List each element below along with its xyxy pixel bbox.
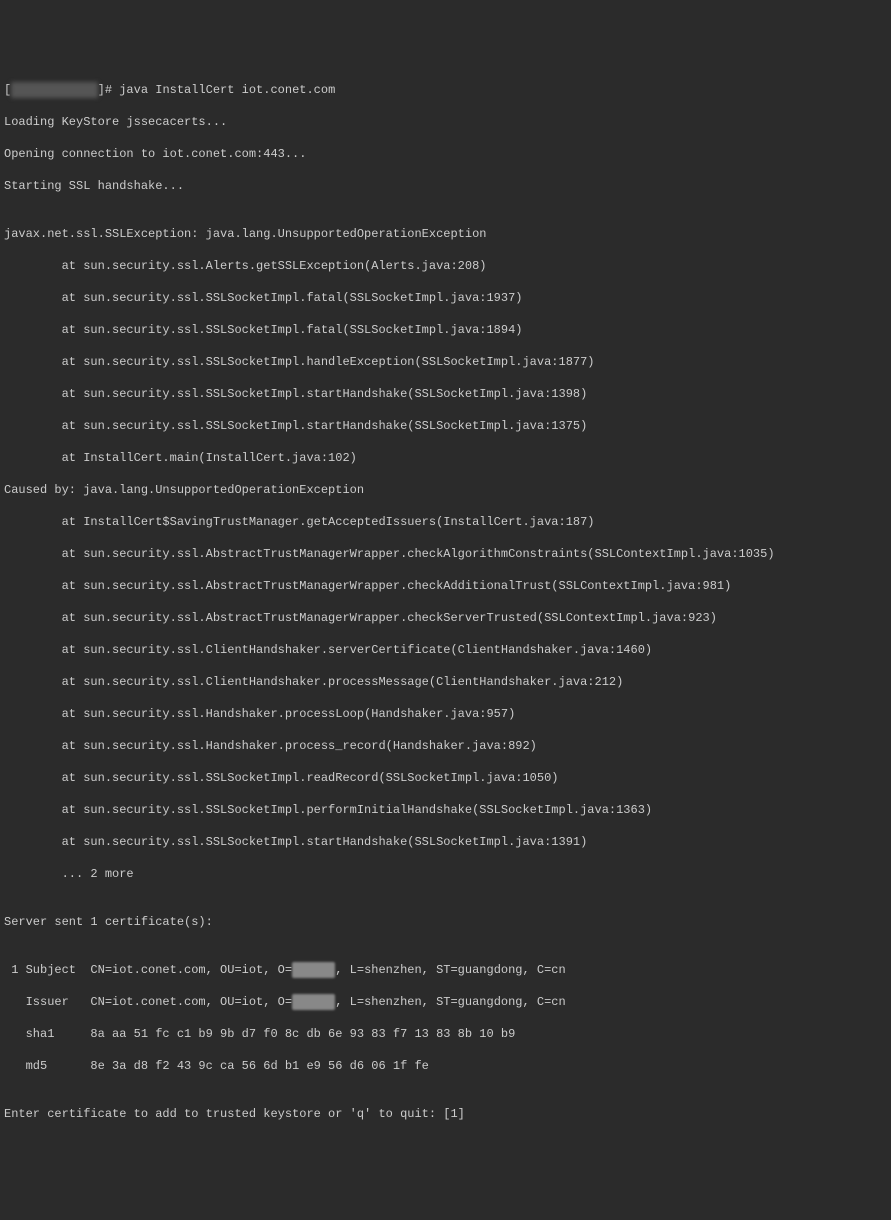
stack-trace-line: at sun.security.ssl.AbstractTrustManager… [4, 610, 887, 626]
stack-trace-line: at sun.security.ssl.Handshaker.process_r… [4, 738, 887, 754]
stack-trace-line: at sun.security.ssl.SSLSocketImpl.fatal(… [4, 290, 887, 306]
stack-trace-line: at sun.security.ssl.SSLSocketImpl.handle… [4, 354, 887, 370]
cert-subject-line: 1 Subject CN=iot.conet.com, OU=iot, O=re… [4, 962, 887, 978]
stack-trace-line: at sun.security.ssl.SSLSocketImpl.startH… [4, 418, 887, 434]
redacted-host: redactedhost [11, 82, 97, 98]
redacted-org: redact [292, 994, 335, 1010]
issuer-prefix: Issuer CN=iot.conet.com, OU=iot, O= [4, 995, 292, 1009]
prompt-suffix: ]# [98, 83, 120, 97]
cert-issuer-line: Issuer CN=iot.conet.com, OU=iot, O=redac… [4, 994, 887, 1010]
subject-prefix: 1 Subject CN=iot.conet.com, OU=iot, O= [4, 963, 292, 977]
stack-trace-line: ... 2 more [4, 866, 887, 882]
command-text: java InstallCert iot.conet.com [119, 83, 335, 97]
terminal-output: [redactedhost]# java InstallCert iot.con… [0, 64, 891, 1140]
cert-sha1-line: sha1 8a aa 51 fc c1 b9 9b d7 f0 8c db 6e… [4, 1026, 887, 1042]
stack-trace-line: at InstallCert$SavingTrustManager.getAcc… [4, 514, 887, 530]
output-line: Loading KeyStore jssecacerts... [4, 114, 887, 130]
cert-count-line: Server sent 1 certificate(s): [4, 914, 887, 930]
stack-trace-line: at sun.security.ssl.AbstractTrustManager… [4, 546, 887, 562]
stack-trace-line: at sun.security.ssl.ClientHandshaker.ser… [4, 642, 887, 658]
redacted-org: redact [292, 962, 335, 978]
prompt-prefix: [ [4, 83, 11, 97]
issuer-suffix: , L=shenzhen, ST=guangdong, C=cn [335, 995, 565, 1009]
stack-trace-line: at sun.security.ssl.SSLSocketImpl.perfor… [4, 802, 887, 818]
input-prompt-line[interactable]: Enter certificate to add to trusted keys… [4, 1106, 887, 1122]
stack-trace-line: at sun.security.ssl.SSLSocketImpl.startH… [4, 834, 887, 850]
stack-trace-line: at sun.security.ssl.SSLSocketImpl.fatal(… [4, 322, 887, 338]
stack-trace-line: at sun.security.ssl.SSLSocketImpl.startH… [4, 386, 887, 402]
stack-trace-line: at sun.security.ssl.ClientHandshaker.pro… [4, 674, 887, 690]
caused-by-line: Caused by: java.lang.UnsupportedOperatio… [4, 482, 887, 498]
stack-trace-line: at InstallCert.main(InstallCert.java:102… [4, 450, 887, 466]
command-line: [redactedhost]# java InstallCert iot.con… [4, 82, 887, 98]
stack-trace-line: at sun.security.ssl.AbstractTrustManager… [4, 578, 887, 594]
output-line: Opening connection to iot.conet.com:443.… [4, 146, 887, 162]
output-line: Starting SSL handshake... [4, 178, 887, 194]
stack-trace-line: at sun.security.ssl.Alerts.getSSLExcepti… [4, 258, 887, 274]
cert-md5-line: md5 8e 3a d8 f2 43 9c ca 56 6d b1 e9 56 … [4, 1058, 887, 1074]
stack-trace-line: at sun.security.ssl.Handshaker.processLo… [4, 706, 887, 722]
stack-trace-line: at sun.security.ssl.SSLSocketImpl.readRe… [4, 770, 887, 786]
subject-suffix: , L=shenzhen, ST=guangdong, C=cn [335, 963, 565, 977]
exception-line: javax.net.ssl.SSLException: java.lang.Un… [4, 226, 887, 242]
